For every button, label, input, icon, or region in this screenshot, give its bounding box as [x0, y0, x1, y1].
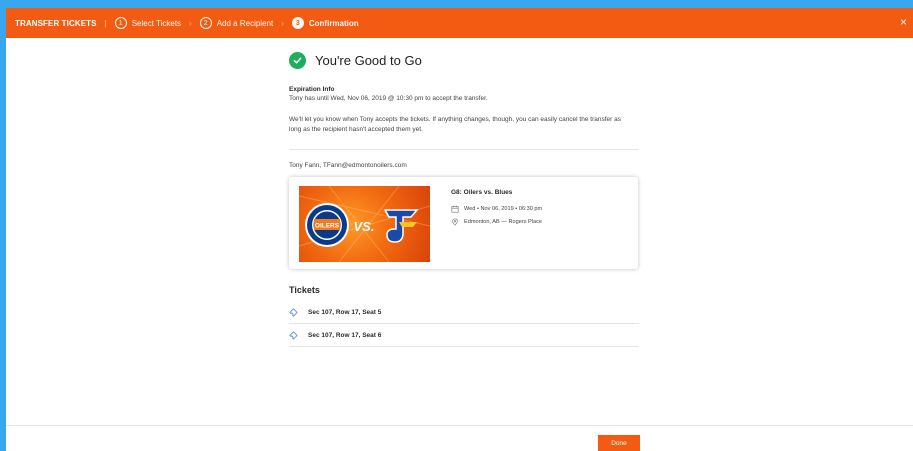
ticket-item: Sec 107, Row 17, Seat 5	[289, 301, 639, 324]
event-date-row: Wed • Nov 06, 2019 • 06:30 pm	[451, 205, 542, 213]
close-icon[interactable]: ×	[900, 16, 907, 28]
ticket-label: Sec 107, Row 17, Seat 6	[308, 331, 382, 339]
tickets-heading: Tickets	[289, 285, 320, 295]
step-add-recipient[interactable]: 2 Add a Recipient	[199, 17, 274, 29]
step-label: Confirmation	[308, 18, 359, 28]
ticket-icon	[289, 307, 298, 317]
event-image: OILERS VS.	[299, 186, 430, 262]
event-title: G8: Oilers vs. Blues	[451, 189, 513, 196]
chevron-right-icon: ›	[281, 18, 284, 28]
step-number: 3	[291, 17, 304, 29]
expiration-text: Tony has until Wed, Nov 06, 2019 @ 10:30…	[289, 95, 488, 102]
page-title: You're Good to Go	[315, 53, 422, 68]
event-location: Edmonton, AB — Rogers Place	[464, 219, 543, 225]
recipient-info: Tony Fann, TFann@edmontonoilers.com	[289, 162, 407, 169]
transfer-modal: TRANSFER TICKETS | 1 Select Tickets › 2 …	[6, 8, 913, 451]
calendar-icon	[451, 205, 459, 213]
ticket-list: Sec 107, Row 17, Seat 5 Sec 107, Row 17,…	[289, 301, 639, 347]
modal-title: TRANSFER TICKETS	[15, 18, 97, 28]
vs-text: VS.	[354, 219, 375, 234]
step-select-tickets[interactable]: 1 Select Tickets	[114, 17, 182, 29]
confirmation-content: You're Good to Go Expiration Info Tony h…	[289, 52, 639, 347]
step-confirmation[interactable]: 3 Confirmation	[291, 17, 359, 29]
step-number: 2	[199, 17, 212, 29]
step-label: Add a Recipient	[216, 18, 274, 28]
location-pin-icon	[452, 218, 458, 226]
header-bar: TRANSFER TICKETS | 1 Select Tickets › 2 …	[6, 8, 913, 38]
done-button[interactable]: Done	[598, 435, 640, 451]
transfer-note: We'll let you know when Tony accepts the…	[289, 116, 621, 133]
step-number: 1	[114, 17, 127, 29]
chevron-right-icon: ›	[189, 18, 192, 28]
event-location-row: Edmonton, AB — Rogers Place	[451, 218, 542, 226]
title-divider: |	[104, 18, 107, 28]
step-label: Select Tickets	[131, 18, 182, 28]
event-card: OILERS VS. G8: Oilers vs. Blues Wed • No…	[289, 177, 638, 269]
event-date: Wed • Nov 06, 2019 • 06:30 pm	[464, 206, 543, 212]
ticket-label: Sec 107, Row 17, Seat 5	[308, 308, 382, 316]
check-icon	[289, 52, 306, 69]
ticket-icon	[289, 330, 298, 340]
expiration-title: Expiration Info	[289, 86, 335, 93]
footer-divider	[6, 425, 913, 426]
divider	[289, 149, 639, 150]
team-logo-text: OILERS	[315, 223, 340, 230]
success-heading: You're Good to Go	[289, 52, 639, 69]
ticket-item: Sec 107, Row 17, Seat 6	[289, 324, 639, 347]
